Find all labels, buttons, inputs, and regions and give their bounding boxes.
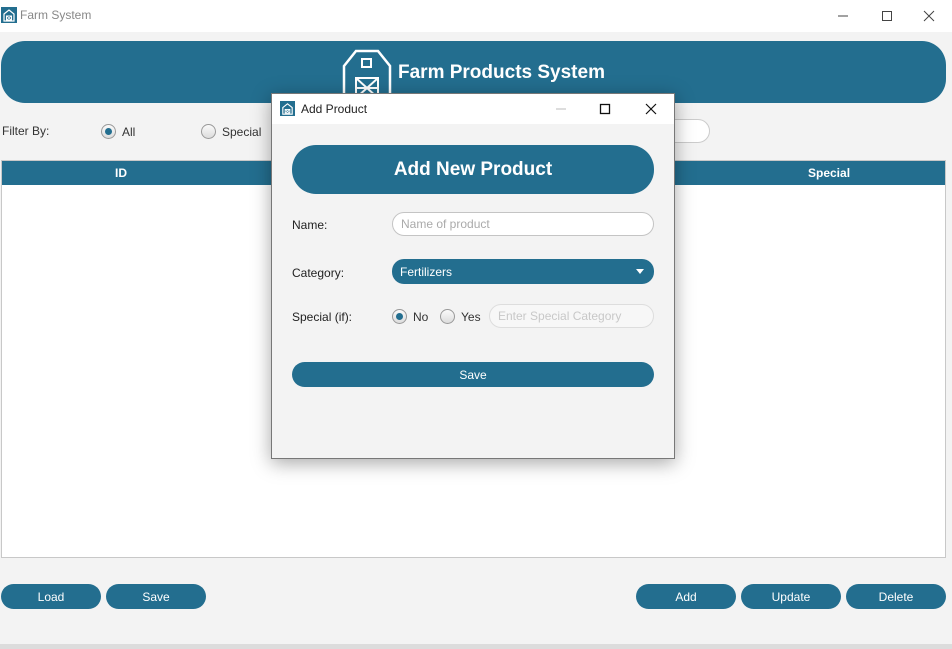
- special-no-radio[interactable]: [392, 309, 407, 324]
- special-category-input[interactable]: Enter Special Category: [489, 304, 654, 328]
- update-button[interactable]: Update: [741, 584, 841, 609]
- dialog-save-button[interactable]: Save: [292, 362, 654, 387]
- bottom-divider: [0, 644, 952, 649]
- dialog-title: Add Product: [301, 102, 368, 116]
- column-header-id[interactable]: ID: [115, 166, 127, 180]
- dialog-banner: Add New Product: [292, 145, 654, 194]
- barn-icon: [280, 101, 295, 116]
- special-yes-label: Yes: [461, 310, 481, 324]
- minimize-icon: [838, 15, 848, 17]
- load-button[interactable]: Load: [1, 584, 101, 609]
- add-button[interactable]: Add: [636, 584, 736, 609]
- dialog-close-button[interactable]: [628, 94, 674, 124]
- close-icon: [645, 103, 657, 115]
- add-product-dialog: Add Product Add New Product Name: Name o…: [271, 93, 675, 459]
- filter-special-radio[interactable]: [201, 124, 216, 139]
- dialog-minimize-button[interactable]: [538, 94, 584, 124]
- save-button[interactable]: Save: [106, 584, 206, 609]
- window-title: Farm System: [20, 8, 92, 22]
- category-select[interactable]: Fertilizers: [392, 259, 654, 284]
- special-no-label: No: [413, 310, 429, 324]
- maximize-icon: [882, 11, 892, 21]
- filter-all-label: All: [122, 125, 136, 139]
- category-selected-value: Fertilizers: [400, 264, 453, 279]
- minimize-button[interactable]: [820, 0, 866, 32]
- maximize-icon: [599, 103, 611, 115]
- filter-label: Filter By:: [2, 124, 50, 138]
- minimize-icon: [556, 108, 566, 110]
- delete-button[interactable]: Delete: [846, 584, 946, 609]
- header-title: Farm Products System: [398, 62, 605, 83]
- close-icon: [923, 10, 935, 22]
- filter-special-label: Special: [222, 125, 262, 139]
- barn-icon: [1, 7, 17, 23]
- name-input[interactable]: Name of product: [392, 212, 654, 236]
- column-header-special[interactable]: Special: [808, 166, 850, 180]
- maximize-button[interactable]: [864, 0, 910, 32]
- dialog-titlebar: Add Product: [272, 94, 674, 124]
- category-label: Category:: [292, 266, 345, 280]
- special-yes-radio[interactable]: [440, 309, 455, 324]
- filter-all-radio[interactable]: [101, 124, 116, 139]
- close-button[interactable]: [906, 0, 952, 32]
- name-label: Name:: [292, 218, 328, 232]
- chevron-down-icon: [636, 269, 644, 274]
- window-titlebar: Farm System: [0, 0, 952, 32]
- dialog-maximize-button[interactable]: [582, 94, 628, 124]
- special-label: Special (if):: [292, 310, 353, 324]
